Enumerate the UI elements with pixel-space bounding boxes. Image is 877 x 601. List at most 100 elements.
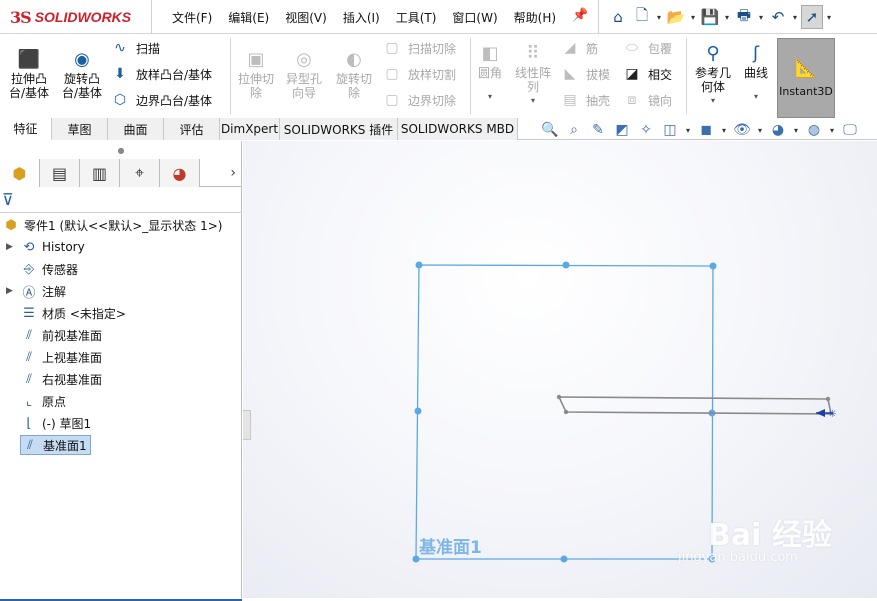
fillet-button[interactable]: ◧ 圆角 ▾	[473, 42, 507, 104]
wrap-button[interactable]: ⬭ 包覆	[622, 38, 672, 58]
boundary-cut-button[interactable]: ▢ 边界切除	[382, 90, 456, 110]
revolved-boss-button[interactable]: ◉ 旋转凸 台/基体	[57, 48, 107, 101]
sketch1-geometry[interactable]: ✳	[556, 394, 837, 420]
extruded-cut-button[interactable]: ▣ 拉伸切 除	[233, 48, 279, 101]
new-document-icon[interactable]: 🗋	[631, 5, 653, 29]
linear-pattern-button[interactable]: ⠿ 线性阵 列 ▾	[510, 42, 556, 108]
zoom-to-area-icon[interactable]: ⌕	[564, 122, 584, 138]
dimxpert-manager-tab-icon[interactable]: ⌖	[120, 159, 160, 187]
panel-expand-arrow-icon[interactable]: ›	[230, 165, 236, 181]
solidworks-wordmark: SOLIDWORKS	[34, 9, 132, 25]
menu-view[interactable]: 视图(V)	[285, 9, 327, 26]
select-pointer-icon[interactable]: ➚	[801, 5, 823, 29]
save-icon[interactable]: 💾	[699, 5, 721, 29]
hide-show-dropdown-icon[interactable]: ▾	[756, 126, 764, 135]
display-manager-tab-icon[interactable]: ◕	[160, 159, 200, 187]
previous-view-icon[interactable]: ✎	[588, 122, 608, 138]
rib-button[interactable]: ◢ 筋	[560, 38, 598, 58]
draft-button[interactable]: ◣ 拔模	[560, 64, 610, 84]
swept-cut-button[interactable]: ▢ 扫描切除	[382, 38, 456, 58]
tree-item-sketch1[interactable]: ⌊ (-) 草图1	[20, 413, 91, 433]
tab-dimxpert[interactable]: DimXpert	[220, 118, 280, 140]
tab-features[interactable]: 特征	[0, 118, 52, 140]
undo-icon[interactable]: ↶	[767, 5, 789, 29]
feature-tree-filter[interactable]: ⊽	[0, 187, 242, 213]
feature-manager-tab-icon[interactable]: ⬢	[0, 159, 40, 187]
undo-dropdown-icon[interactable]: ▾	[791, 13, 799, 22]
tree-item-plane1[interactable]: ⫽ 基准面1	[20, 435, 91, 455]
hole-wizard-button[interactable]: ◎ 异型孔 向导	[281, 48, 327, 101]
fillet-dropdown-icon[interactable]: ▾	[488, 90, 492, 104]
mirror-button[interactable]: ⧈ 镜向	[622, 90, 672, 110]
tree-item-origin[interactable]: ⌞ 原点	[20, 391, 66, 411]
panel-grip-icon[interactable]: ●	[0, 141, 242, 159]
sweep-button[interactable]: ∿ 扫描	[110, 38, 160, 58]
zoom-to-fit-icon[interactable]: 🔍	[540, 122, 560, 138]
lofted-cut-button[interactable]: ▢ 放样切割	[382, 64, 456, 84]
tree-item-history[interactable]: ▶ ⟲ History	[6, 237, 85, 257]
ref-geometry-dropdown-icon[interactable]: ▾	[711, 94, 715, 108]
boundary-boss-button[interactable]: ⬡ 边界凸台/基体	[110, 90, 212, 110]
new-dropdown-icon[interactable]: ▾	[655, 13, 663, 22]
plane-handle[interactable]	[560, 555, 568, 563]
reference-geometry-button[interactable]: ⚲ 参考几 何体 ▾	[690, 42, 736, 108]
section-view-icon[interactable]: ◩	[612, 122, 632, 138]
select-dropdown-icon[interactable]: ▾	[825, 13, 833, 22]
tree-item-front-plane[interactable]: ⫽ 前视基准面	[20, 325, 102, 345]
save-dropdown-icon[interactable]: ▾	[723, 13, 731, 22]
plane-handle[interactable]	[562, 261, 570, 269]
panel-collapse-handle[interactable]	[243, 410, 251, 440]
tree-item-annotations[interactable]: ▶ Ⓐ 注解	[6, 281, 66, 301]
pin-icon[interactable]: 📌	[572, 8, 588, 24]
scene-dropdown-icon[interactable]: ▾	[828, 126, 836, 135]
shell-button[interactable]: ▤ 抽壳	[560, 90, 610, 110]
tab-sketch[interactable]: 草图	[52, 118, 108, 140]
appearance-dropdown-icon[interactable]: ▾	[792, 126, 800, 135]
hide-show-items-icon[interactable]: 👁	[732, 122, 752, 138]
plane-handle[interactable]	[709, 262, 717, 270]
print-dropdown-icon[interactable]: ▾	[757, 13, 765, 22]
configuration-manager-tab-icon[interactable]: ▥	[80, 159, 120, 187]
property-manager-tab-icon[interactable]: ▤	[40, 159, 80, 187]
tree-item-right-plane[interactable]: ⫽ 右视基准面	[20, 369, 102, 389]
menu-help[interactable]: 帮助(H)	[514, 9, 556, 26]
menu-file[interactable]: 文件(F)	[172, 9, 212, 26]
view-settings-icon[interactable]: 🖵	[840, 122, 860, 138]
dynamic-annotation-icon[interactable]: ✧	[636, 122, 656, 138]
plane-handle[interactable]	[414, 407, 422, 415]
view-orientation-dropdown-icon[interactable]: ▾	[684, 126, 692, 135]
print-icon[interactable]: 🖶	[733, 5, 755, 29]
menu-edit[interactable]: 编辑(E)	[228, 9, 269, 26]
curves-button[interactable]: ʃ 曲线 ▾	[740, 42, 772, 104]
apply-scene-icon[interactable]: ◍	[804, 122, 824, 138]
tree-item-top-plane[interactable]: ⫽ 上视基准面	[20, 347, 102, 367]
display-style-dropdown-icon[interactable]: ▾	[720, 126, 728, 135]
menu-window[interactable]: 窗口(W)	[452, 9, 497, 26]
expand-arrow-icon[interactable]: ▶	[6, 242, 13, 252]
menu-insert[interactable]: 插入(I)	[343, 9, 380, 26]
instant3d-button[interactable]: 📐 Instant3D	[777, 38, 835, 118]
intersect-button[interactable]: ◪ 相交	[622, 64, 672, 84]
plane-handle[interactable]	[415, 261, 423, 269]
solidworks-logo[interactable]: 3S SOLIDWORKS	[0, 0, 152, 34]
open-dropdown-icon[interactable]: ▾	[689, 13, 697, 22]
expand-arrow-icon[interactable]: ▶	[6, 286, 13, 296]
tree-root-part[interactable]: ⬢ 零件1 (默认<<默认>_显示状态 1>)	[2, 215, 222, 235]
view-orientation-icon[interactable]: ◫	[660, 122, 680, 138]
display-style-icon[interactable]: ◼	[696, 122, 716, 138]
open-folder-icon[interactable]: 📂	[665, 5, 687, 29]
menu-tools[interactable]: 工具(T)	[396, 9, 437, 26]
home-icon[interactable]: ⌂	[607, 5, 629, 29]
tab-solidworks-mbd[interactable]: SOLIDWORKS MBD	[398, 118, 518, 140]
loft-boss-button[interactable]: ⬇ 放样凸台/基体	[110, 64, 212, 84]
tab-evaluate[interactable]: 评估	[164, 118, 220, 140]
curves-dropdown-icon[interactable]: ▾	[754, 90, 758, 104]
tab-solidworks-addins[interactable]: SOLIDWORKS 插件	[280, 118, 398, 140]
tree-item-material[interactable]: ☰ 材质 <未指定>	[20, 303, 126, 323]
revolved-cut-button[interactable]: ◐ 旋转切 除	[331, 48, 377, 101]
tree-item-sensors[interactable]: ⎆ 传感器	[20, 259, 78, 279]
pattern-dropdown-icon[interactable]: ▾	[531, 94, 535, 108]
edit-appearance-icon[interactable]: ◕	[768, 122, 788, 138]
tab-surfaces[interactable]: 曲面	[108, 118, 164, 140]
extruded-boss-button[interactable]: ⬛ 拉伸凸 台/基体	[4, 48, 54, 101]
